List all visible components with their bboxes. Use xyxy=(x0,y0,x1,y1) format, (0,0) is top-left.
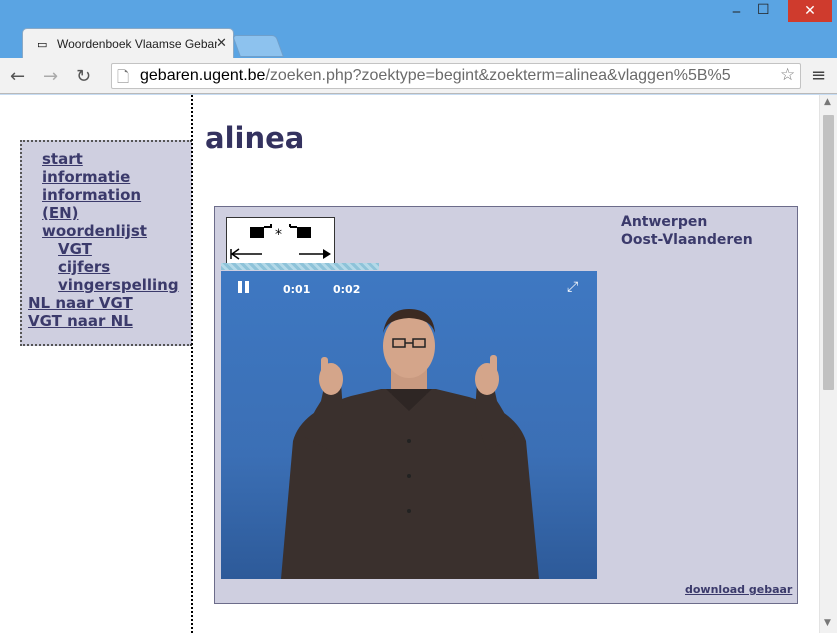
forward-arrow-icon[interactable]: → xyxy=(43,66,58,87)
new-tab-button[interactable] xyxy=(231,35,285,57)
window-icon: ▭ xyxy=(37,38,48,51)
scroll-up-icon[interactable]: ▲ xyxy=(824,97,831,107)
nav-link-informatie[interactable]: informatie xyxy=(42,168,130,186)
nav-link-woordenlijst[interactable]: woordenlijst xyxy=(42,222,147,240)
menu-icon[interactable]: ≡ xyxy=(811,65,826,86)
nav-link-start[interactable]: start xyxy=(42,150,83,168)
browser-window: ▭ Woordenboek Vlaamse Gebarentaal ✕ ‒ ☐ … xyxy=(0,0,837,633)
url-domain: gebaren.ugent.be xyxy=(140,67,266,84)
video-progress-bar[interactable] xyxy=(221,263,379,270)
nav-link-nl-naar-vgt[interactable]: NL naar VGT xyxy=(28,294,133,312)
address-bar[interactable]: 🗋 gebaren.ugent.be/zoeken.php?zoektype=b… xyxy=(111,63,801,89)
browser-toolbar: ← → ↻ 🗋 gebaren.ugent.be/zoeken.php?zoek… xyxy=(0,58,837,94)
sign-video-player[interactable]: 0:01 0:02 ⤢ xyxy=(221,271,597,579)
download-gebaar-link[interactable]: download gebaar xyxy=(685,583,792,596)
nav-link-vgt[interactable]: VGT xyxy=(58,240,92,258)
video-time-elapsed: 0:01 xyxy=(283,283,311,296)
page-viewport: start informatie information (EN) woorde… xyxy=(0,95,837,633)
video-time-total: 0:02 xyxy=(333,283,361,296)
url-text[interactable]: gebaren.ugent.be/zoeken.php?zoektype=beg… xyxy=(140,67,776,85)
page-icon: 🗋 xyxy=(117,68,130,86)
scroll-thumb[interactable] xyxy=(823,115,834,390)
nav-link-vingerspelling[interactable]: vingerspelling xyxy=(58,276,179,294)
nav-link-vgt-naar-nl[interactable]: VGT naar NL xyxy=(28,312,133,330)
fullscreen-icon[interactable]: ⤢ xyxy=(567,279,578,295)
browser-tab[interactable]: ▭ Woordenboek Vlaamse Gebarentaal ✕ xyxy=(22,28,234,58)
tab-title: Woordenboek Vlaamse Gebarentaal xyxy=(57,37,217,51)
title-bar: ▭ Woordenboek Vlaamse Gebarentaal ✕ ‒ ☐ … xyxy=(0,0,837,60)
sign-notation-glyph: * xyxy=(230,224,331,260)
sign-panel: Antwerpen Oost-Vlaanderen * 0:01 0:02 ⤢ … xyxy=(214,206,798,604)
nav-link-cijfers[interactable]: cijfers xyxy=(58,258,110,276)
pause-icon[interactable] xyxy=(238,281,250,293)
maximize-button[interactable]: ☐ xyxy=(757,2,770,18)
scroll-down-icon[interactable]: ▼ xyxy=(824,618,831,628)
minimize-button[interactable]: ‒ xyxy=(732,4,741,20)
sign-notation-image: * xyxy=(226,217,335,264)
region-label: Antwerpen xyxy=(621,214,708,230)
tab-close-icon[interactable]: ✕ xyxy=(216,36,227,51)
sidebar-divider xyxy=(191,95,193,633)
page-title: alinea xyxy=(205,121,305,155)
url-path: /zoeken.php?zoektype=begint&zoekterm=ali… xyxy=(265,67,731,84)
svg-text:*: * xyxy=(275,227,282,243)
reload-icon[interactable]: ↻ xyxy=(76,66,91,87)
sidebar-nav: start informatie information (EN) woorde… xyxy=(20,140,192,346)
signer-figure xyxy=(281,309,539,579)
vertical-scrollbar[interactable]: ▲ ▼ xyxy=(819,95,837,633)
nav-link-information-en[interactable]: (EN) xyxy=(42,204,79,222)
region-label: Oost-Vlaanderen xyxy=(621,232,753,248)
back-arrow-icon[interactable]: ← xyxy=(10,66,25,87)
nav-link-information[interactable]: information xyxy=(42,186,141,204)
bookmark-star-icon[interactable]: ☆ xyxy=(780,65,795,85)
close-window-button[interactable]: ✕ xyxy=(788,0,832,22)
